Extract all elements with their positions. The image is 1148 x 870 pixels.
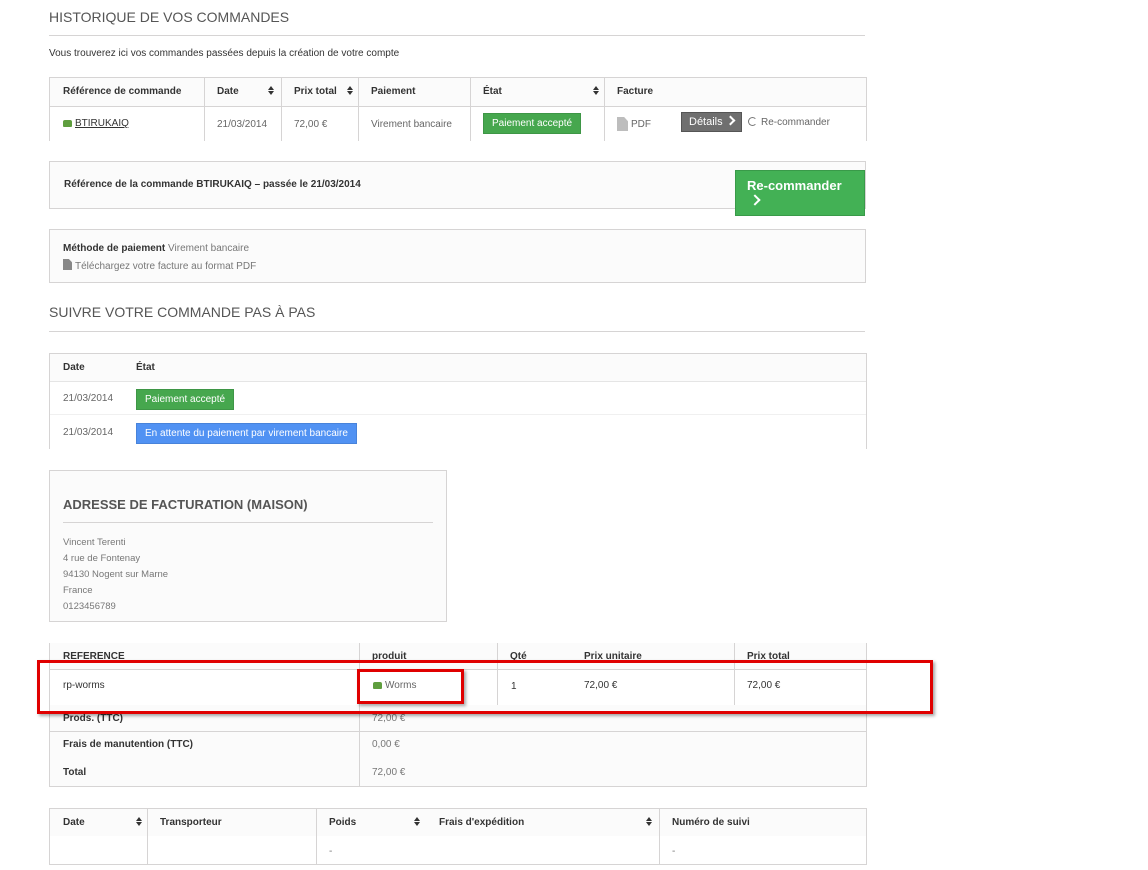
- history-intro: Vous trouverez ici vos commandes passées…: [49, 48, 400, 59]
- tracking-title: SUIVRE VOTRE COMMANDE PAS À PAS: [49, 304, 316, 320]
- payment-method: Méthode de paiement Virement bancaire: [63, 243, 250, 254]
- highlight-frame-row: [37, 660, 933, 714]
- sort-icon[interactable]: [414, 817, 421, 827]
- payment-info-box: Méthode de paiement Virement bancaire Té…: [49, 229, 866, 283]
- order-reference-link[interactable]: BTIRUKAIQ: [63, 118, 129, 129]
- shipping-col-tracking: Numéro de suivi: [672, 817, 750, 828]
- file-pdf-icon: [617, 117, 628, 131]
- reorder-button[interactable]: Re-commander: [735, 170, 865, 216]
- tracking-row-date: 21/03/2014: [63, 393, 114, 404]
- shipping-col-carrier: Transporteur: [160, 817, 222, 828]
- order-total: 72,00 €: [294, 119, 328, 130]
- total-label: Total: [63, 767, 87, 778]
- handling-fee-label: Frais de manutention (TTC): [63, 739, 193, 750]
- address-line: France: [63, 585, 93, 596]
- order-info-box: Référence de la commande BTIRUKAIQ – pas…: [49, 161, 866, 216]
- sort-icon[interactable]: [268, 86, 275, 96]
- order-payment: Virement bancaire: [371, 119, 452, 130]
- shipping-col-weight[interactable]: Poids: [329, 817, 421, 828]
- shipping-col-date[interactable]: Date: [63, 817, 143, 828]
- col-invoice: Facture: [617, 86, 654, 97]
- refresh-icon: [748, 117, 757, 126]
- shipping-table: Date Transporteur Poids Frais d'expéditi…: [49, 808, 867, 865]
- order-date: 21/03/2014: [217, 119, 268, 130]
- download-invoice-link[interactable]: Téléchargez votre facture au format PDF: [63, 258, 256, 272]
- col-date[interactable]: Date: [217, 86, 275, 97]
- address-line: 4 rue de Fontenay: [63, 553, 141, 564]
- shipping-weight: -: [329, 846, 333, 857]
- subtotal-label: Prods. (TTC): [63, 713, 123, 724]
- handling-fee-value: 0,00 €: [372, 739, 400, 750]
- tracking-col-date: Date: [63, 362, 85, 373]
- address-line: Vincent Terenti: [63, 537, 126, 548]
- col-state[interactable]: État: [483, 86, 600, 97]
- billing-address-lines: Vincent Terenti 4 rue de Fontenay 94130 …: [63, 535, 168, 615]
- shipping-tracking-number: -: [672, 846, 676, 857]
- billing-address-title: ADRESSE DE FACTURATION (MAISON): [63, 497, 308, 512]
- tracking-header: [50, 354, 866, 382]
- chevron-right-icon: [749, 194, 761, 206]
- subtotal-value: 72,00 €: [372, 713, 406, 724]
- address-line: 0123456789: [63, 601, 116, 612]
- sort-icon[interactable]: [593, 86, 600, 96]
- col-order-reference[interactable]: Référence de commande: [63, 86, 181, 97]
- history-title-divider: [49, 35, 865, 36]
- reorder-link[interactable]: Re-commander: [748, 116, 830, 128]
- tracking-row-state-badge: En attente du paiement par virement banc…: [136, 423, 357, 444]
- file-icon: [63, 259, 72, 270]
- col-payment[interactable]: Paiement: [371, 86, 415, 97]
- tracking-row-date: 21/03/2014: [63, 427, 114, 438]
- tracking-row-state-badge: Paiement accepté: [136, 389, 235, 410]
- tracking-title-divider: [49, 331, 865, 332]
- chevron-right-icon: [725, 115, 736, 126]
- order-info-text: Référence de la commande BTIRUKAIQ – pas…: [64, 179, 361, 190]
- tracking-col-state: État: [136, 362, 155, 373]
- orders-table: Référence de commande Date Prix total Pa…: [49, 77, 867, 141]
- sort-icon[interactable]: [646, 817, 653, 827]
- sort-icon[interactable]: [136, 817, 143, 827]
- history-title: HISTORIQUE DE VOS COMMANDES: [49, 9, 290, 25]
- col-total-price[interactable]: Prix total: [294, 86, 354, 97]
- total-value: 72,00 €: [372, 767, 406, 778]
- tracking-table: Date État 21/03/2014 Paiement accepté 21…: [49, 353, 867, 449]
- highlight-frame-product: [357, 669, 464, 704]
- details-button[interactable]: Détails: [681, 112, 742, 132]
- billing-address-box: ADRESSE DE FACTURATION (MAISON) Vincent …: [49, 470, 447, 622]
- order-state-badge: Paiement accepté: [483, 113, 582, 134]
- sort-icon[interactable]: [347, 86, 354, 96]
- address-line: 94130 Nogent sur Marne: [63, 569, 169, 580]
- invoice-pdf-link[interactable]: PDF: [617, 116, 651, 133]
- cart-icon: [63, 120, 72, 127]
- shipping-col-fee[interactable]: Frais d'expédition: [439, 817, 653, 828]
